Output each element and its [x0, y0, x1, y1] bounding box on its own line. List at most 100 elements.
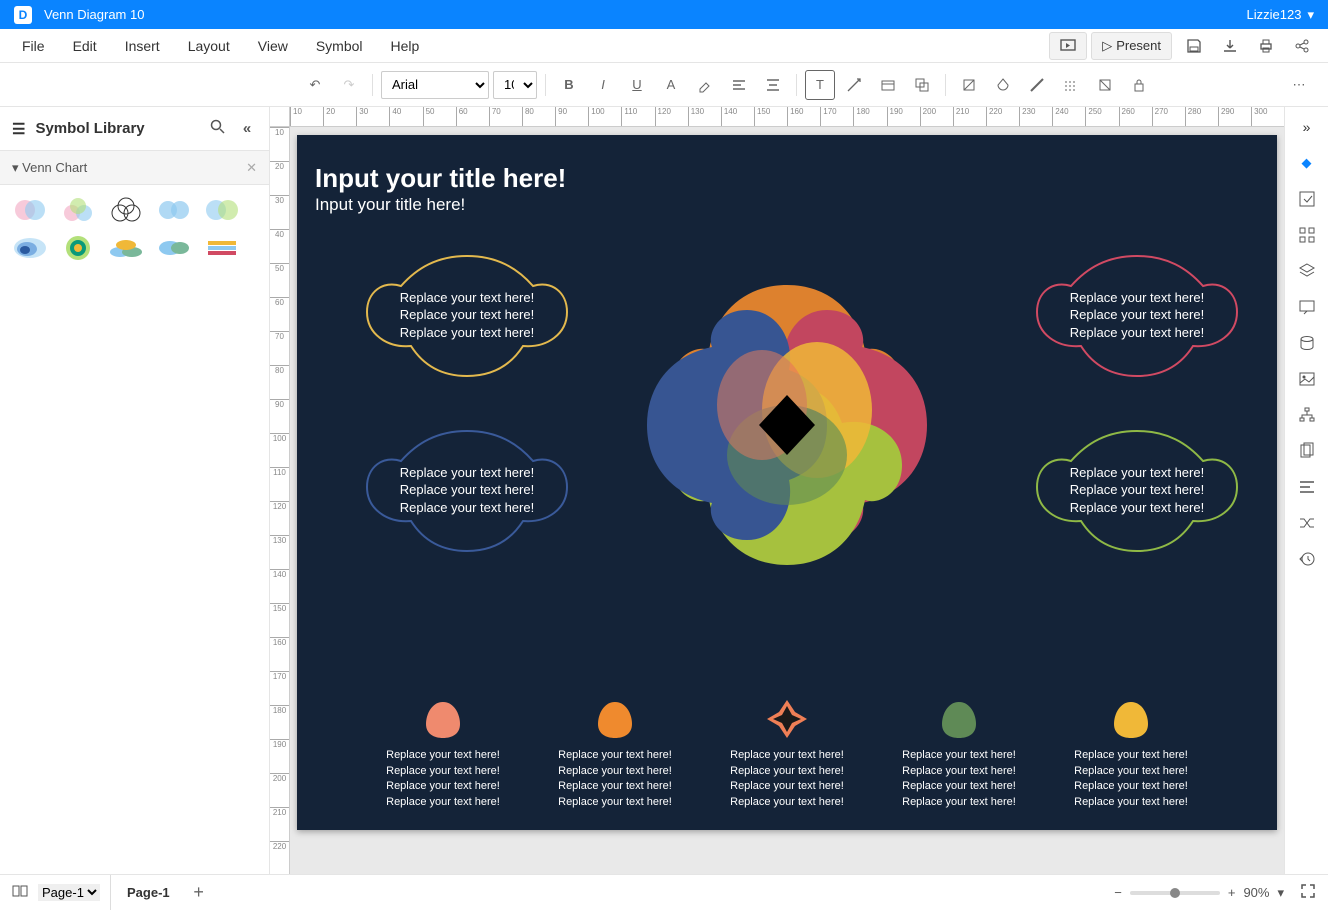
- callout-text: Replace your text here! Replace your tex…: [1045, 441, 1229, 539]
- ruler-vertical: 1020304050607080901001101201301401501601…: [270, 127, 290, 874]
- theme-icon[interactable]: ◆: [1295, 151, 1319, 175]
- user-menu[interactable]: Lizzie123 ▾: [1247, 7, 1314, 23]
- lock-button[interactable]: [1124, 70, 1154, 100]
- legend-text: Replace your text here! Replace your tex…: [712, 748, 862, 810]
- menu-view[interactable]: View: [244, 32, 302, 60]
- italic-button[interactable]: I: [588, 70, 618, 100]
- legend-item[interactable]: Replace your text here! Replace your tex…: [1056, 698, 1206, 810]
- undo-button[interactable]: ↶: [300, 70, 330, 100]
- font-size-select[interactable]: 10: [493, 71, 537, 99]
- align-v-button[interactable]: [758, 70, 788, 100]
- zoom-slider[interactable]: [1130, 891, 1220, 895]
- venn-diagram[interactable]: [617, 255, 957, 595]
- page-tab[interactable]: Page-1: [110, 875, 186, 910]
- font-color-button[interactable]: A: [656, 70, 686, 100]
- collapse-sidebar-icon[interactable]: «: [237, 120, 257, 137]
- slideshow-button[interactable]: [1049, 32, 1087, 60]
- menu-symbol[interactable]: Symbol: [302, 32, 377, 60]
- clear-format-button[interactable]: [1090, 70, 1120, 100]
- ruler-corner: [270, 107, 290, 127]
- pages-icon[interactable]: [12, 884, 28, 901]
- zoom-out-button[interactable]: −: [1114, 885, 1122, 900]
- venn-symbol[interactable]: [10, 233, 50, 263]
- connector-button[interactable]: [839, 70, 869, 100]
- right-rail: » ◆: [1284, 107, 1328, 874]
- menu-edit[interactable]: Edit: [59, 32, 111, 60]
- callout-shape[interactable]: Replace your text here! Replace your tex…: [357, 425, 577, 555]
- align-icon[interactable]: [1295, 475, 1319, 499]
- page-subtitle[interactable]: Input your title here!: [315, 195, 465, 215]
- callout-text: Replace your text here! Replace your tex…: [375, 441, 559, 539]
- callout-shape[interactable]: Replace your text here! Replace your tex…: [1027, 250, 1247, 380]
- venn-symbol[interactable]: [154, 195, 194, 225]
- text-tool-button[interactable]: T: [805, 70, 835, 100]
- diagram-page[interactable]: Input your title here! Input your title …: [297, 135, 1277, 830]
- present-button[interactable]: ▷Present: [1091, 32, 1172, 60]
- fill-button[interactable]: [954, 70, 984, 100]
- comment-icon[interactable]: [1295, 295, 1319, 319]
- chevron-down-icon: ▾: [12, 160, 22, 176]
- venn-symbol[interactable]: [106, 195, 146, 225]
- chevron-down-icon[interactable]: ▾: [1277, 885, 1284, 901]
- add-page-button[interactable]: +: [186, 882, 212, 903]
- download-icon[interactable]: [1216, 32, 1244, 60]
- line-style-button[interactable]: [1056, 70, 1086, 100]
- library-icon: ☰: [12, 120, 25, 138]
- venn-symbol[interactable]: [154, 233, 194, 263]
- status-bar: Page-1 Page-1 + − + 90% ▾: [0, 874, 1328, 910]
- app-logo-icon: D: [14, 6, 32, 24]
- close-category-icon[interactable]: ✕: [246, 160, 257, 176]
- legend-row: Replace your text here! Replace your tex…: [297, 698, 1277, 810]
- zoom-in-button[interactable]: +: [1228, 885, 1236, 900]
- menu-help[interactable]: Help: [377, 32, 434, 60]
- venn-symbol[interactable]: [58, 233, 98, 263]
- save-icon[interactable]: [1180, 32, 1208, 60]
- venn-symbol[interactable]: [202, 233, 242, 263]
- line-button[interactable]: [1022, 70, 1052, 100]
- hierarchy-icon[interactable]: [1295, 403, 1319, 427]
- shuffle-icon[interactable]: [1295, 511, 1319, 535]
- venn-symbol[interactable]: [106, 233, 146, 263]
- legend-text: Replace your text here! Replace your tex…: [540, 748, 690, 810]
- shape-button[interactable]: [907, 70, 937, 100]
- align-h-button[interactable]: [724, 70, 754, 100]
- venn-symbol[interactable]: [10, 195, 50, 225]
- fill-color-button[interactable]: [988, 70, 1018, 100]
- search-icon[interactable]: [207, 119, 227, 138]
- page-title[interactable]: Input your title here!: [315, 163, 566, 194]
- share-icon[interactable]: [1288, 32, 1316, 60]
- menu-insert[interactable]: Insert: [111, 32, 174, 60]
- layers-icon[interactable]: [1295, 259, 1319, 283]
- redo-button[interactable]: ↷: [334, 70, 364, 100]
- symbol-grid: [0, 185, 269, 273]
- callout-shape[interactable]: Replace your text here! Replace your tex…: [357, 250, 577, 380]
- legend-item[interactable]: Replace your text here! Replace your tex…: [712, 698, 862, 810]
- highlight-button[interactable]: [690, 70, 720, 100]
- image-icon[interactable]: [1295, 367, 1319, 391]
- category-header[interactable]: ▾ Venn Chart ✕: [0, 151, 269, 185]
- history-icon[interactable]: [1295, 547, 1319, 571]
- container-button[interactable]: [873, 70, 903, 100]
- more-button[interactable]: ⋯: [1284, 70, 1314, 100]
- clipboard-icon[interactable]: [1295, 439, 1319, 463]
- export-icon[interactable]: [1295, 187, 1319, 211]
- underline-button[interactable]: U: [622, 70, 652, 100]
- format-toolbar: ↶ ↷ Arial 10 B I U A T ⋯: [0, 63, 1328, 107]
- venn-symbol[interactable]: [58, 195, 98, 225]
- venn-symbol[interactable]: [202, 195, 242, 225]
- font-select[interactable]: Arial: [381, 71, 489, 99]
- callout-shape[interactable]: Replace your text here! Replace your tex…: [1027, 425, 1247, 555]
- legend-item[interactable]: Replace your text here! Replace your tex…: [368, 698, 518, 810]
- fullscreen-icon[interactable]: [1300, 883, 1316, 902]
- grid-icon[interactable]: [1295, 223, 1319, 247]
- legend-item[interactable]: Replace your text here! Replace your tex…: [884, 698, 1034, 810]
- menu-layout[interactable]: Layout: [174, 32, 244, 60]
- canvas-scroll[interactable]: Input your title here! Input your title …: [290, 127, 1284, 874]
- print-icon[interactable]: [1252, 32, 1280, 60]
- menu-file[interactable]: File: [8, 32, 59, 60]
- data-icon[interactable]: [1295, 331, 1319, 355]
- collapse-rail-icon[interactable]: »: [1295, 115, 1319, 139]
- bold-button[interactable]: B: [554, 70, 584, 100]
- legend-item[interactable]: Replace your text here! Replace your tex…: [540, 698, 690, 810]
- page-select[interactable]: Page-1: [38, 884, 100, 901]
